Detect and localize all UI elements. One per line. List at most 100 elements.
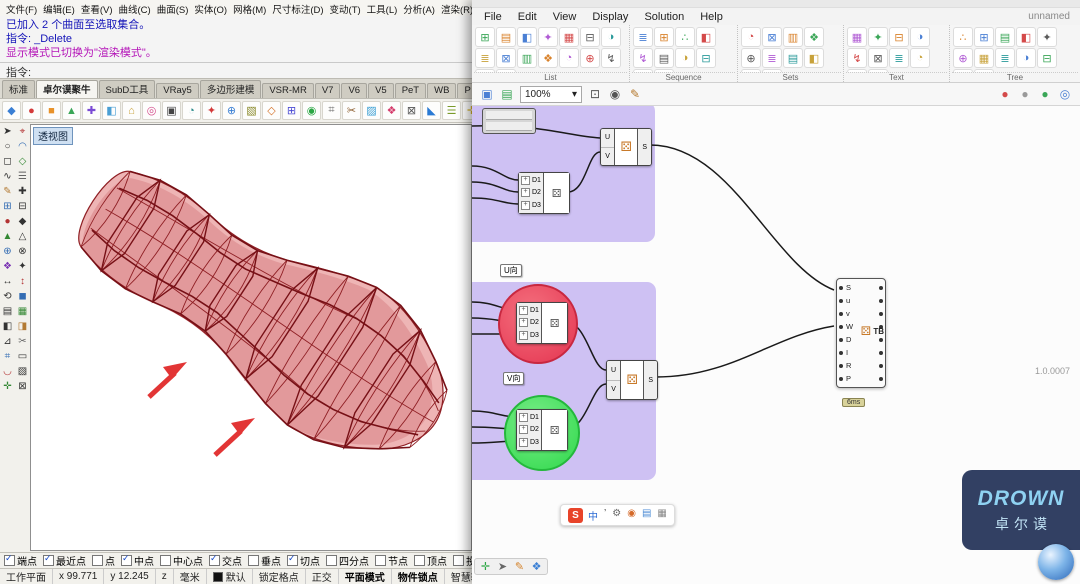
expand-icon[interactable]: + (521, 201, 530, 211)
merge-input-row[interactable]: + D2 (521, 188, 541, 198)
save-icon[interactable]: ▤ (498, 85, 516, 103)
menu-item[interactable]: 实体(O) (191, 2, 230, 16)
toolbar-icon[interactable]: ✦ (202, 101, 221, 120)
merge-input-row[interactable]: + D2 (519, 425, 539, 435)
component-icon[interactable]: ⊕ (741, 48, 761, 68)
menu-item[interactable]: 曲线(C) (115, 2, 153, 16)
merge-input-row[interactable]: + D3 (519, 331, 539, 341)
status-item[interactable]: y 12.245 (104, 569, 156, 584)
uv-component-bottom[interactable]: UV ⚄ S (606, 360, 658, 400)
component-icon[interactable]: ✦ (538, 27, 558, 47)
expand-icon[interactable]: + (521, 175, 530, 185)
grasshopper-canvas[interactable]: UV ⚄ S + D1 + D2 + D3 ⚄ U向 + D1 + D2 + D… (472, 106, 1080, 584)
merge-input-row[interactable]: + D1 (521, 175, 541, 185)
side-toolbar-icon[interactable]: ◆ (16, 215, 30, 228)
view-tool-icon[interactable]: ⊡ (586, 85, 604, 103)
toolbar-icon[interactable]: ◧ (102, 101, 121, 120)
tb-port-row[interactable]: I (837, 346, 885, 359)
component-icon[interactable]: ↯ (847, 48, 867, 68)
input-port-dot[interactable] (839, 337, 843, 342)
toolbar-icon[interactable]: ◉ (302, 101, 321, 120)
osnap-toggle[interactable]: 投影 (453, 553, 473, 568)
output-port-dot[interactable] (879, 350, 883, 355)
component-icon[interactable]: ≣ (762, 48, 782, 68)
component-icon[interactable]: ⊟ (696, 48, 716, 68)
side-toolbar-icon[interactable]: ○ (1, 140, 15, 153)
output-port[interactable]: S (637, 129, 651, 165)
menu-item[interactable]: 曲面(S) (154, 2, 192, 16)
ime-icon[interactable]: ◉ (627, 508, 636, 523)
component-icon[interactable]: ▤ (496, 27, 516, 47)
canvas-tool-icon[interactable]: ➤ (495, 560, 510, 573)
display-mode-icon[interactable]: ◎ (1056, 85, 1074, 103)
toolbar-icon[interactable]: ⊞ (282, 101, 301, 120)
display-mode-icon[interactable]: ● (1036, 85, 1054, 103)
output-port-dot[interactable] (879, 337, 883, 342)
command-prompt[interactable]: 指令: (0, 62, 473, 79)
side-toolbar-icon[interactable]: ◧ (1, 320, 15, 333)
merge-node-v[interactable]: + D1 + D2 + D3 ⚄ (516, 409, 568, 451)
side-toolbar-icon[interactable]: ◼ (16, 290, 30, 303)
display-mode-icon[interactable]: ● (1016, 85, 1034, 103)
input-port[interactable]: U (607, 361, 621, 381)
toolbar-tab[interactable]: P (457, 83, 473, 98)
side-toolbar-icon[interactable]: ↔ (1, 275, 15, 288)
output-port-dot[interactable] (879, 311, 883, 316)
component-icon[interactable]: ⊟ (1037, 48, 1057, 68)
expand-icon[interactable]: + (519, 425, 528, 435)
osnap-toggle[interactable]: 垂点 (248, 553, 281, 568)
input-port[interactable]: V (601, 147, 615, 165)
side-toolbar-icon[interactable]: ▲ (1, 230, 15, 243)
toolbar-tab[interactable]: V5 (368, 83, 394, 98)
status-item[interactable]: 正交 (306, 569, 339, 584)
checkbox[interactable] (92, 555, 103, 566)
side-toolbar-icon[interactable]: ⊠ (16, 380, 30, 393)
toolbar-icon[interactable]: ▨ (362, 101, 381, 120)
menu-item[interactable]: 渲染(R) (438, 2, 473, 16)
tb-port-row[interactable]: S (837, 281, 885, 294)
component-icon[interactable]: ▥ (517, 48, 537, 68)
osnap-toggle[interactable]: 点 (92, 553, 115, 568)
menu-item[interactable]: View (545, 11, 585, 23)
side-toolbar-icon[interactable]: ◻ (1, 155, 15, 168)
side-toolbar-icon[interactable]: ❖ (1, 260, 15, 273)
merge-node-u[interactable]: + D1 + D2 + D3 ⚄ (516, 302, 568, 344)
toolbar-tab[interactable]: SubD工具 (98, 80, 156, 98)
merge-input-row[interactable]: + D1 (519, 305, 539, 315)
ime-icon[interactable]: ▤ (642, 508, 651, 523)
status-item[interactable]: 锁定格点 (253, 569, 306, 584)
component-icon[interactable]: ≣ (475, 48, 495, 68)
input-port-dot[interactable] (839, 376, 843, 381)
side-toolbar-icon[interactable]: ▦ (16, 305, 30, 318)
component-icon[interactable]: ↯ (601, 48, 621, 68)
input-port-dot[interactable] (839, 350, 843, 355)
menu-item[interactable]: File (476, 11, 510, 23)
component-icon[interactable]: ◧ (1016, 27, 1036, 47)
side-toolbar-icon[interactable]: ▧ (16, 365, 30, 378)
component-icon[interactable]: ⊞ (475, 27, 495, 47)
side-toolbar-icon[interactable]: ✦ (16, 260, 30, 273)
component-icon[interactable]: ≣ (633, 27, 653, 47)
menu-item[interactable]: Edit (510, 11, 545, 23)
component-icon[interactable]: ≣ (995, 48, 1015, 68)
side-toolbar-icon[interactable]: ◠ (16, 140, 30, 153)
group-tag-v[interactable]: V向 (503, 372, 525, 385)
side-toolbar-icon[interactable]: ▭ (16, 350, 30, 363)
toolbar-icon[interactable]: ☰ (442, 101, 461, 120)
toolbar-tab[interactable]: PeT (394, 83, 427, 98)
side-toolbar-icon[interactable]: ✎ (1, 185, 15, 198)
toolbar-tab[interactable]: VRay5 (156, 83, 199, 98)
component-icon[interactable]: ∴ (953, 27, 973, 47)
merge-input-row[interactable]: + D3 (521, 201, 541, 211)
checkbox[interactable] (326, 555, 337, 566)
side-toolbar-icon[interactable]: ● (1, 215, 15, 228)
expand-icon[interactable]: + (521, 188, 530, 198)
osnap-toggle[interactable]: 中心点 (160, 553, 203, 568)
component-icon[interactable]: ◔ (559, 48, 579, 68)
side-toolbar-icon[interactable]: ☰ (16, 170, 30, 183)
osnap-toggle[interactable]: 中点 (121, 553, 154, 568)
sole-mesh[interactable] (48, 132, 471, 492)
side-toolbar-icon[interactable]: ⊿ (1, 335, 15, 348)
status-item[interactable]: 工作平面 (0, 569, 53, 584)
component-icon[interactable]: ◑ (601, 27, 621, 47)
